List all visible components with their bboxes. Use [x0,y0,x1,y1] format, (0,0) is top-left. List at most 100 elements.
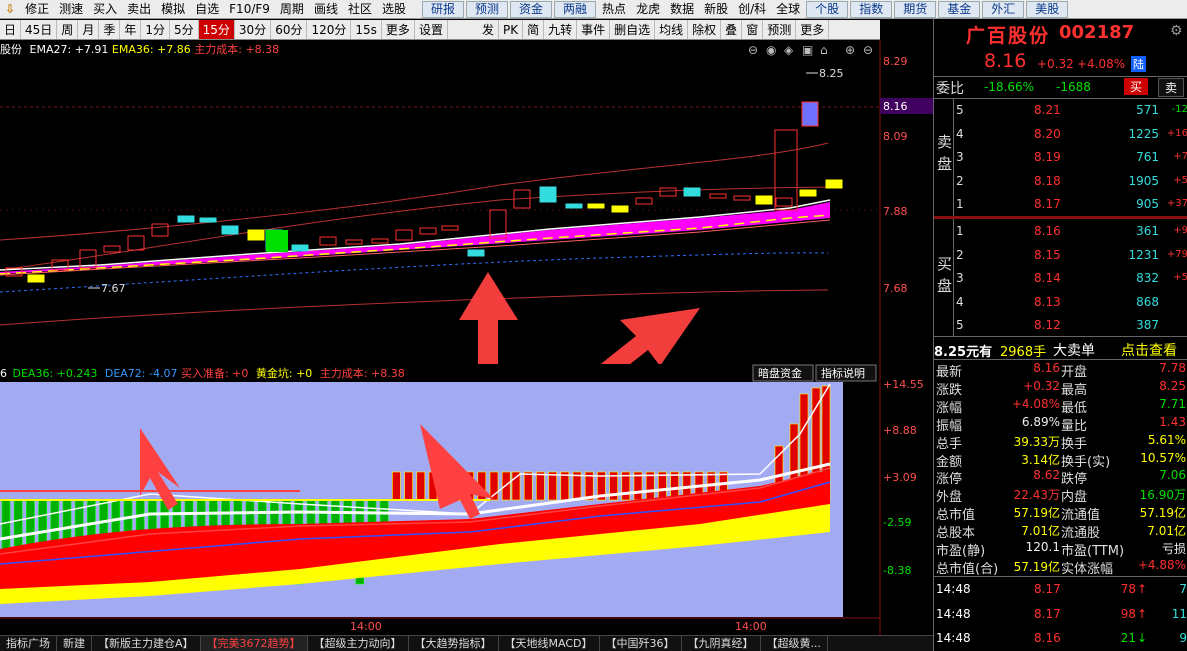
period-tab[interactable]: 15s [351,20,382,39]
period-tab[interactable]: 60分 [271,20,308,39]
price-chart[interactable]: 8.29 8.16 8.09 7.88 7.68 8.25 7.67 股份 EM… [0,40,933,364]
chart-tool[interactable]: 简 [523,20,545,39]
toolbar-right-item[interactable]: 个股 [806,0,849,18]
indicator-tab[interactable]: 【九阴真经】 [682,636,761,651]
chart-tool[interactable]: 删自选 [610,20,656,39]
candle [199,217,217,223]
toolbar-right-item[interactable]: 研报 [421,0,464,18]
indicator-tab[interactable]: 指标广场 [0,636,57,651]
indicator-tab-active[interactable]: 【完美3672趋势】 [200,636,308,651]
chart-tool[interactable]: 预测 [763,20,797,39]
stat-label: 总股本 [936,526,976,542]
indicator-axis-label: +8.88 [883,424,917,437]
tick-volume: 98 [1120,606,1136,621]
toolbar-right-item[interactable]: 热点 [597,0,631,18]
arrow-up-icon: ↑ [1137,606,1148,621]
sell-side-label: 卖盘 [937,133,953,173]
big-order-link[interactable]: 点击查看 [1121,340,1177,360]
bid-price: 8.16 [1034,224,1061,238]
stat-label: 总市值 [936,508,976,524]
bid-change: +79 [1166,248,1187,260]
toolbar-item[interactable]: 测速 [54,0,88,18]
stat-label: 涨跌 [936,382,963,398]
candle [221,225,239,235]
tick-price: 8.17 [1034,606,1061,621]
period-tab[interactable]: 120分 [307,20,352,39]
toolbar-right-item[interactable]: 基金 [938,0,981,18]
period-tab[interactable]: 季 [99,20,121,39]
tick-time: 14:48 [936,631,971,645]
toolbar-item[interactable]: F10/F9 [224,0,275,18]
toolbar-item[interactable]: 选股 [377,0,411,18]
bid-volume: 868 [1136,294,1159,309]
toolbar-item[interactable]: 画线 [309,0,343,18]
toolbar-right-item[interactable]: 指数 [850,0,893,18]
indicator-tab[interactable]: 新建 [57,636,92,651]
chart-tool[interactable]: 更多 [796,20,830,39]
period-tab[interactable]: 5分 [170,20,199,39]
dark-pool-button[interactable]: 暗盘资金 [758,366,802,380]
stat-label: 流通股 [1061,526,1101,542]
period-tab[interactable]: 周 [57,20,79,39]
chart-tool[interactable]: 窗 [742,20,764,39]
stat-value: 7.71 [1159,396,1186,411]
toolbar-right-item[interactable]: 资金 [510,0,553,18]
period-tab[interactable]: 设置 [415,20,448,39]
period-tab[interactable]: 1分 [141,20,170,39]
chart-icon-bar[interactable]: ⊖ ◉ ◈ ▣ ⌂ ⊕ ⊖ [748,43,873,57]
sell-button[interactable]: 卖 [1158,78,1185,97]
svg-text:◉: ◉ [766,43,776,57]
chart-tool[interactable]: 均线 [655,20,689,39]
indicator-tab[interactable]: 【新版主力建仓A】 [92,636,201,651]
toolbar-right-item[interactable]: 龙虎 [631,0,665,18]
ask-volume: 1905 [1128,173,1159,188]
indicator-tab[interactable]: 【大趋势指标】 [409,636,499,651]
settings-gear-icon[interactable]: ⚙ [1170,23,1183,39]
chart-tool[interactable]: PK [499,20,524,39]
period-tab[interactable]: 日 [0,20,22,39]
toolbar-right-item[interactable]: 创/科 [733,0,771,18]
buy-button[interactable]: 买 [1124,78,1149,95]
toolbar-item[interactable]: 卖出 [122,0,156,18]
indicator-tab[interactable]: 【超级黄... [761,636,829,651]
toolbar-right-item[interactable]: 全球 [771,0,805,18]
toolbar-right-item[interactable]: 两融 [554,0,597,18]
period-tab[interactable]: 年 [120,20,142,39]
chart-tool[interactable]: 九转 [544,20,578,39]
period-tab[interactable]: 45日 [21,20,58,39]
toolbar-right-item[interactable]: 数据 [665,0,699,18]
toolbar-right-item[interactable]: 期货 [894,0,937,18]
indicator-tab[interactable]: 【中国歼36】 [600,636,682,651]
bid-change: +5 [1173,272,1187,283]
period-tab-active[interactable]: 15分 [198,20,235,39]
chart-tool[interactable]: 事件 [577,20,611,39]
chart-tool[interactable]: 发 [478,20,499,39]
chart-tool[interactable]: 叠 [721,20,743,39]
indicator-tab[interactable]: 【天地线MACD】 [499,636,600,651]
toolbar-item[interactable]: 买入 [88,0,122,18]
period-tab[interactable]: 更多 [382,20,415,39]
toolbar-item[interactable]: 社区 [343,0,377,18]
big-order-volume: 2968手 [1000,345,1047,360]
indicator-chart[interactable]: 6 DEA36: +0.243 DEA72: -4.07 买入准备: +0 黄金… [0,364,933,636]
toolbar-right-item[interactable]: 美股 [1026,0,1069,18]
toolbar-item[interactable]: 修正 [20,0,54,18]
toolbar-right-item[interactable]: 外汇 [982,0,1025,18]
toolbar-item[interactable]: 模拟 [156,0,190,18]
stat-value: 5.61% [1147,432,1186,447]
indicator-tab[interactable]: 【超级主力动向】 [308,636,409,651]
candle [565,203,583,209]
weibi-label: 委比 [936,81,964,97]
menu-arrow-icon[interactable]: ⇩ [0,0,20,18]
period-tab[interactable]: 月 [78,20,100,39]
toolbar-right-item[interactable]: 预测 [466,0,509,18]
toolbar-right-item[interactable]: 新股 [699,0,733,18]
indicator-help-button[interactable]: 指标说明 [821,366,865,380]
indicator-axis-label: +14.55 [883,378,924,391]
chart-tool[interactable]: 除权 [688,20,722,39]
indicator-axis-label: -2.59 [883,516,911,529]
period-tab[interactable]: 30分 [235,20,272,39]
stat-label: 最高 [1061,382,1088,398]
toolbar-item[interactable]: 自选 [190,0,224,18]
toolbar-item[interactable]: 周期 [275,0,309,18]
